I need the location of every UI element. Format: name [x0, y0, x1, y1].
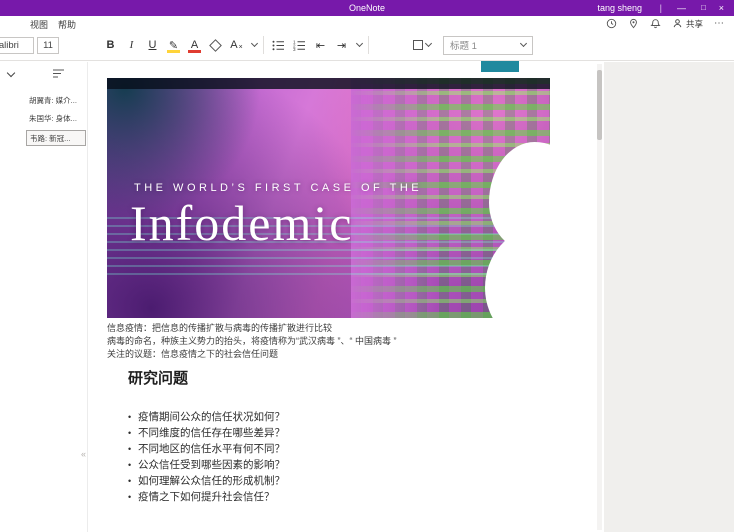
note-paragraphs: 信息疫情：把信息的传播扩散与病毒的传播扩散进行比较 病毒的命名，种族主义势力的抬…: [107, 322, 397, 361]
list-item[interactable]: •疫情期间公众的信任状况如何？: [128, 409, 285, 425]
numbered-list-button[interactable]: 123: [289, 35, 310, 55]
chevron-down-icon: [425, 40, 432, 47]
clear-formatting-button[interactable]: A×: [226, 35, 247, 55]
infodemic-slide-image[interactable]: THE WORLD’S FIRST CASE OF THE Infodemic: [107, 78, 550, 318]
app-title: OneNote: [349, 3, 385, 13]
page-list-item[interactable]: 胡翼青: 媒介...: [26, 93, 86, 109]
outdent-icon: ⇤: [316, 39, 325, 52]
paragraph-handle[interactable]: «: [81, 449, 85, 459]
menubar: 视图 帮助 共享 ⋯: [0, 16, 734, 30]
bullet-icon: •: [128, 457, 138, 473]
page-list-item-selected[interactable]: 韦路: 新冠...: [26, 130, 86, 146]
outdent-button[interactable]: ⇤: [310, 35, 331, 55]
list-dropdown-button[interactable]: [352, 35, 364, 55]
list-item[interactable]: •疫情之下如何提升社会信任？: [128, 489, 285, 505]
eraser-icon: [209, 39, 222, 52]
style-combobox[interactable]: 标题 1: [443, 36, 533, 55]
bullet-icon: •: [128, 425, 138, 441]
indent-icon: ⇥: [337, 39, 346, 52]
list-item[interactable]: •不同维度的信任存在哪些差异？: [128, 425, 285, 441]
vertical-scrollbar[interactable]: [597, 64, 602, 530]
font-size-combobox[interactable]: 11: [37, 37, 59, 54]
ribbon: Calibri 11 B I U ✎ A A× 123 ⇤ ⇥: [0, 30, 734, 61]
italic-button[interactable]: I: [121, 35, 142, 55]
list-item[interactable]: •如何理解公众信任的形成机制？: [128, 473, 285, 489]
note-paragraph[interactable]: 病毒的命名，种族主义势力的抬头，将疫情称为“武汉病毒 ”、“ 中国病毒 ”: [107, 335, 397, 348]
notebook-dropdown-icon[interactable]: [7, 69, 15, 77]
indent-button[interactable]: ⇥: [331, 35, 352, 55]
right-gutter: [604, 62, 734, 532]
chevron-down-icon: [356, 40, 363, 47]
question-list: •疫情期间公众的信任状况如何？ •不同维度的信任存在哪些差异？ •不同地区的信任…: [128, 409, 285, 505]
image-top-bar: [107, 78, 550, 89]
todo-tag-button[interactable]: [413, 40, 431, 50]
person-icon: [672, 18, 683, 29]
account-name[interactable]: tang sheng: [597, 3, 642, 13]
note-paragraph[interactable]: 信息疫情：把信息的传播扩散与病毒的传播扩散进行比较: [107, 322, 397, 335]
chevron-down-icon: [520, 40, 527, 47]
bullet-icon: •: [128, 473, 138, 489]
font-size-value: 11: [43, 40, 53, 51]
list-item[interactable]: •公众信任受到哪些因素的影响？: [128, 457, 285, 473]
font-color-button[interactable]: A: [184, 35, 205, 55]
scrollbar-thumb[interactable]: [597, 70, 602, 140]
ribbon-separator: [368, 36, 369, 54]
numbered-list-icon: 123: [293, 40, 306, 51]
font-name-combobox[interactable]: Calibri: [0, 37, 34, 54]
page-list-item[interactable]: 朱国华: 身体...: [26, 111, 86, 127]
slide-kicker-text: THE WORLD’S FIRST CASE OF THE: [134, 182, 422, 194]
slide-title-text: Infodemic: [130, 194, 353, 252]
list-item[interactable]: •不同地区的信任水平有何不同？: [128, 441, 285, 457]
chevron-down-icon: [251, 40, 258, 47]
highlighter-button[interactable]: ✎: [163, 35, 184, 55]
underline-button[interactable]: U: [142, 35, 163, 55]
style-color-swatch: [481, 61, 519, 72]
more-options-icon[interactable]: ⋯: [714, 19, 724, 29]
sort-filter-icon[interactable]: [52, 68, 65, 79]
eraser-button[interactable]: [205, 35, 226, 55]
bullet-icon: •: [128, 489, 138, 505]
checkbox-icon: [413, 40, 423, 50]
titlebar: OneNote tang sheng | — □ ×: [0, 0, 734, 16]
page-list-panel: 胡翼青: 媒介... 朱国华: 身体... 韦路: 新冠...: [0, 62, 88, 532]
svg-text:3: 3: [293, 47, 296, 51]
section-heading[interactable]: 研究问题: [128, 367, 188, 388]
ribbon-separator: [263, 36, 264, 54]
note-canvas[interactable]: THE WORLD’S FIRST CASE OF THE Infodemic …: [88, 62, 604, 532]
onenote-window: OneNote tang sheng | — □ × 视图 帮助 共享: [0, 0, 734, 532]
note-paragraph[interactable]: 关注的议题：信息疫情之下的社会信任问题: [107, 348, 397, 361]
format-dropdown-button[interactable]: [247, 35, 259, 55]
share-button[interactable]: 共享: [672, 18, 703, 30]
titlebar-divider: |: [660, 3, 662, 13]
bold-button[interactable]: B: [100, 35, 121, 55]
font-name-value: Calibri: [0, 40, 19, 51]
style-value: 标题 1: [450, 38, 477, 52]
clock-icon[interactable]: [606, 18, 617, 29]
close-button[interactable]: ×: [719, 3, 724, 13]
highlighter-icon: ✎: [169, 39, 178, 52]
bullet-list-button[interactable]: [268, 35, 289, 55]
bullet-icon: •: [128, 409, 138, 425]
maximize-button[interactable]: □: [701, 3, 706, 12]
bullet-icon: •: [128, 441, 138, 457]
minimize-button[interactable]: —: [677, 3, 686, 13]
pin-icon[interactable]: [628, 18, 639, 29]
bullet-list-icon: [272, 40, 285, 51]
share-label: 共享: [686, 18, 703, 30]
bell-icon[interactable]: [650, 18, 661, 29]
